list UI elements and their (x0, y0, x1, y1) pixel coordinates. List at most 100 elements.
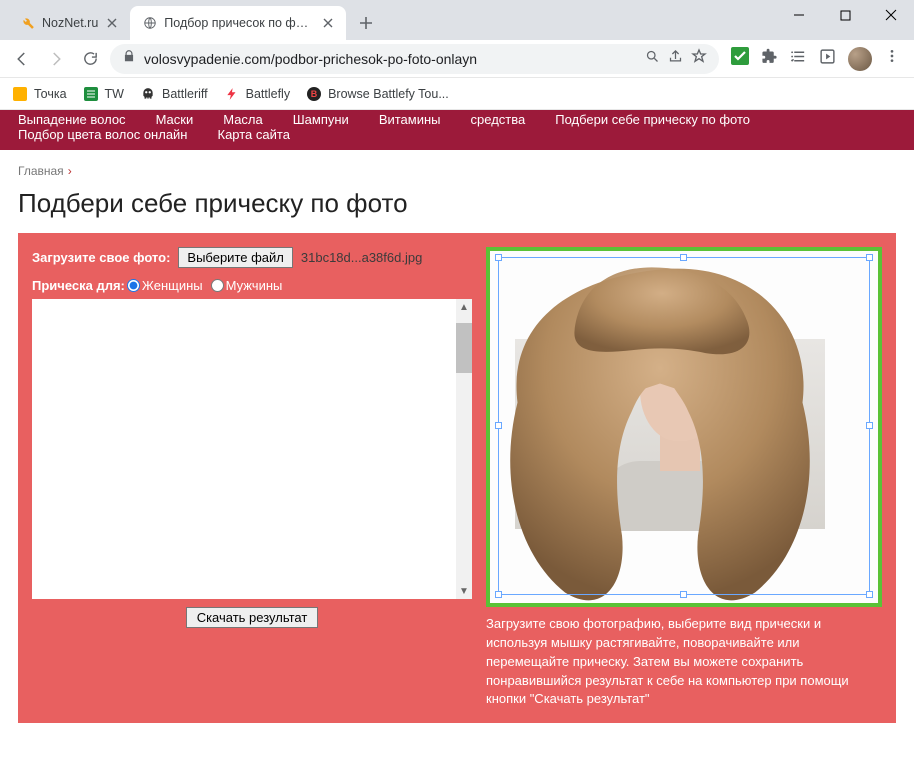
hairstyle-thumb[interactable] (299, 420, 345, 470)
hairstyle-thumb[interactable] (195, 364, 241, 414)
scroll-up-icon[interactable]: ▲ (456, 299, 472, 315)
hairstyle-thumb[interactable] (403, 476, 449, 526)
ext-puzzle-icon[interactable] (761, 48, 778, 70)
hairstyle-thumb[interactable] (91, 420, 137, 470)
handle-se[interactable] (866, 591, 873, 598)
label-men[interactable]: Мужчины (226, 278, 283, 293)
nav-link[interactable]: Подбери себе прическу по фото (555, 112, 750, 127)
hairstyle-thumb[interactable] (247, 532, 293, 582)
nav-link[interactable]: Карта сайта (218, 127, 290, 142)
bookmark-tochka[interactable]: Точка (12, 86, 67, 102)
hairstyle-thumb[interactable] (247, 420, 293, 470)
new-tab-button[interactable] (352, 9, 380, 37)
bookmark-tw[interactable]: TW (83, 86, 124, 102)
label-women[interactable]: Женщины (142, 278, 203, 293)
hairstyle-thumb[interactable] (351, 308, 397, 358)
hairstyle-thumb[interactable] (195, 420, 241, 470)
hairstyle-thumb[interactable] (299, 308, 345, 358)
scroll-thumb[interactable] (456, 323, 472, 373)
download-button[interactable]: Скачать результат (186, 607, 319, 628)
hairstyle-thumb[interactable] (403, 532, 449, 582)
hairstyle-thumb[interactable] (299, 532, 345, 582)
nav-link[interactable]: Шампуни (293, 112, 349, 127)
svg-text:B: B (311, 89, 318, 99)
nav-link[interactable]: Масла (223, 112, 263, 127)
hairstyle-thumb[interactable] (39, 364, 85, 414)
bookmark-battlefy[interactable]: BBrowse Battlefy Tou... (306, 86, 449, 102)
bookmark-battlefly[interactable]: Battlefly (224, 86, 290, 102)
hairstyle-thumb[interactable] (403, 364, 449, 414)
nav-link[interactable]: Выпадение волос (18, 112, 126, 127)
hairstyle-thumb[interactable] (143, 420, 189, 470)
handle-ne[interactable] (866, 254, 873, 261)
hairstyle-thumb[interactable] (39, 308, 85, 358)
choose-file-button[interactable]: Выберите файл (178, 247, 292, 268)
scrollbar[interactable]: ▲ ▼ (456, 299, 472, 599)
selection-box[interactable] (498, 257, 870, 595)
handle-s[interactable] (680, 591, 687, 598)
hairstyle-thumb[interactable] (351, 420, 397, 470)
hairstyle-thumb[interactable] (39, 476, 85, 526)
hairstyle-thumb[interactable] (91, 476, 137, 526)
hairstyle-thumb[interactable] (143, 532, 189, 582)
ext-check-icon[interactable] (731, 47, 749, 70)
hairstyle-thumb[interactable] (143, 364, 189, 414)
back-button[interactable] (8, 45, 36, 73)
handle-e[interactable] (866, 422, 873, 429)
hairstyle-thumb[interactable] (39, 532, 85, 582)
nav-link[interactable]: Подбор цвета волос онлайн (18, 127, 188, 142)
hairstyle-thumb[interactable] (247, 476, 293, 526)
hairstyle-thumb[interactable] (195, 532, 241, 582)
skull-icon (140, 86, 156, 102)
avatar[interactable] (848, 47, 872, 71)
hairstyle-thumb[interactable] (247, 364, 293, 414)
hairstyle-thumb[interactable] (143, 308, 189, 358)
omnibox[interactable] (110, 44, 719, 74)
ext-list-icon[interactable] (790, 48, 807, 70)
hairstyle-thumb[interactable] (39, 420, 85, 470)
hairstyle-thumb[interactable] (403, 420, 449, 470)
hairstyle-thumb[interactable] (299, 364, 345, 414)
star-icon[interactable] (691, 48, 707, 69)
close-window-button[interactable] (868, 0, 914, 30)
hairstyle-thumb[interactable] (247, 308, 293, 358)
nav-link[interactable]: Маски (156, 112, 194, 127)
maximize-button[interactable] (822, 0, 868, 30)
preview-canvas[interactable] (490, 251, 878, 603)
url-input[interactable] (144, 51, 637, 67)
radio-men[interactable] (211, 279, 224, 292)
nav-link[interactable]: средства (471, 112, 526, 127)
scroll-down-icon[interactable]: ▼ (456, 583, 472, 599)
hairstyle-thumb[interactable] (403, 308, 449, 358)
breadcrumb-home[interactable]: Главная (18, 164, 64, 178)
handle-sw[interactable] (495, 591, 502, 598)
hairstyle-thumb[interactable] (351, 476, 397, 526)
hairstyle-thumb[interactable] (143, 476, 189, 526)
tab-noznet[interactable]: NozNet.ru (8, 6, 130, 40)
upload-row: Загрузите свое фото: Выберите файл 31bc1… (32, 247, 472, 268)
handle-w[interactable] (495, 422, 502, 429)
hairstyle-thumb[interactable] (299, 476, 345, 526)
minimize-button[interactable] (776, 0, 822, 30)
hairstyle-thumb[interactable] (351, 532, 397, 582)
bookmark-battleriff[interactable]: Battleriff (140, 86, 208, 102)
search-page-icon[interactable] (645, 49, 660, 69)
close-icon[interactable] (104, 15, 120, 31)
hairstyle-thumb[interactable] (91, 532, 137, 582)
hairstyle-thumb[interactable] (351, 364, 397, 414)
hairstyle-thumb[interactable] (195, 476, 241, 526)
handle-n[interactable] (680, 254, 687, 261)
radio-women[interactable] (127, 279, 140, 292)
share-icon[interactable] (668, 49, 683, 69)
reload-button[interactable] (76, 45, 104, 73)
hairstyle-thumb[interactable] (195, 308, 241, 358)
hairstyle-thumb[interactable] (91, 364, 137, 414)
close-icon[interactable] (320, 15, 336, 31)
menu-icon[interactable] (884, 48, 900, 69)
forward-button[interactable] (42, 45, 70, 73)
handle-nw[interactable] (495, 254, 502, 261)
ext-media-icon[interactable] (819, 48, 836, 70)
nav-link[interactable]: Витамины (379, 112, 441, 127)
tab-active[interactable]: Подбор причесок по фото онла (130, 6, 346, 40)
hairstyle-thumb[interactable] (91, 308, 137, 358)
